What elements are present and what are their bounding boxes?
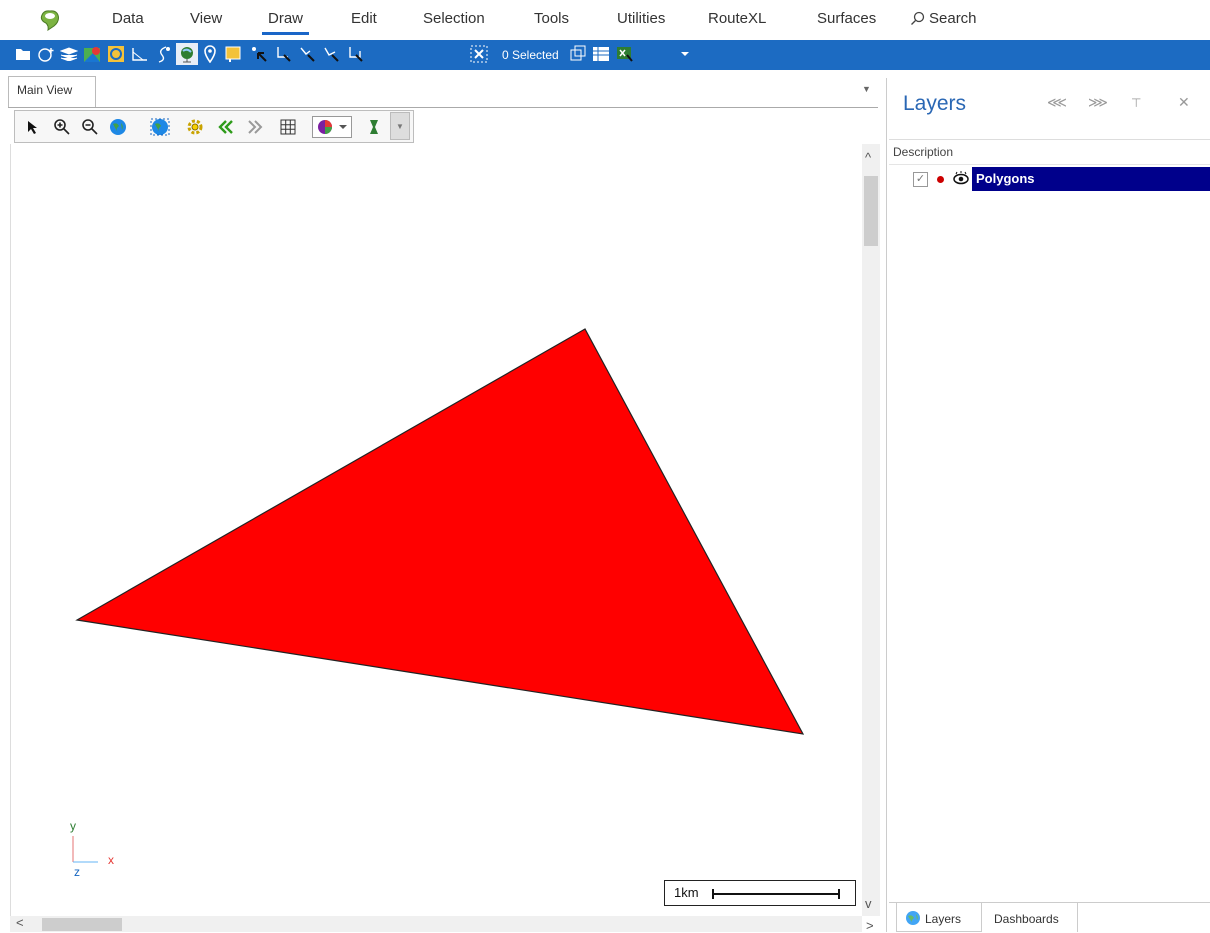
pin-icon[interactable]: ⊤ [1131, 96, 1141, 110]
table-icon[interactable] [592, 45, 610, 63]
search-menu[interactable]: Search [910, 10, 977, 27]
app-logo-icon[interactable] [38, 9, 62, 32]
chevron-down-icon[interactable]: ▼ [862, 84, 871, 94]
red-triangle-polygon[interactable] [75, 328, 805, 735]
layers-panel-title: Layers [903, 92, 967, 115]
horizontal-scrollbar[interactable] [10, 916, 862, 932]
map-drawing [75, 328, 805, 735]
scroll-right-icon[interactable]: > [866, 918, 874, 933]
select-point-icon[interactable] [250, 45, 268, 63]
menu-draw[interactable]: Draw [261, 10, 310, 35]
zoom-out-icon[interactable] [80, 117, 100, 137]
style-icon[interactable] [364, 117, 384, 137]
scale-bar-line [712, 889, 840, 899]
layer-color-swatch [937, 176, 944, 183]
search-icon [911, 11, 925, 25]
pointer-icon[interactable] [22, 117, 42, 137]
collapse-left-icon[interactable]: ⋘ [1047, 94, 1067, 111]
settings-gear-icon[interactable] [185, 117, 205, 137]
globe-icon[interactable] [176, 43, 198, 65]
axis-y-label: y [70, 819, 76, 833]
vertical-scroll-thumb[interactable] [864, 176, 878, 246]
map-canvas[interactable] [10, 144, 862, 916]
add-layer-icon[interactable] [37, 45, 55, 63]
clear-selection-icon[interactable] [470, 45, 488, 63]
select-polyline-icon[interactable] [274, 45, 292, 63]
globe-layers-icon [904, 909, 922, 927]
select-lasso-icon[interactable] [322, 45, 340, 63]
select-vertex-icon[interactable] [298, 45, 316, 63]
polygon-tool-icon[interactable] [224, 45, 242, 63]
route-icon[interactable] [154, 45, 172, 63]
menu-routexl[interactable]: RouteXL [708, 10, 766, 27]
measure-icon[interactable] [131, 45, 149, 63]
menu-selection[interactable]: Selection [423, 10, 485, 27]
location-pin-icon[interactable] [201, 45, 219, 63]
axis-indicator: y x z [70, 819, 114, 879]
axis-x-label: x [108, 853, 114, 867]
tab-dashboards[interactable]: Dashboards [984, 903, 1078, 932]
scroll-left-icon[interactable]: < [16, 915, 24, 930]
map-pin-layer-icon[interactable] [83, 45, 101, 63]
axis-z-label: z [74, 865, 80, 879]
search-label: Search [929, 10, 977, 27]
eye-icon[interactable] [952, 171, 970, 185]
menu-utilities[interactable]: Utilities [617, 10, 665, 27]
menu-view[interactable]: View [190, 10, 222, 27]
map-toolbar [14, 110, 414, 143]
layer-visibility-checkbox[interactable]: ✓ [913, 172, 928, 187]
menu-tools[interactable]: Tools [534, 10, 569, 27]
back-icon[interactable] [216, 117, 236, 137]
frame-icon[interactable] [107, 45, 125, 63]
globe-extent-icon[interactable] [150, 117, 170, 137]
layers-stack-icon[interactable] [60, 45, 78, 63]
grid-icon[interactable] [278, 117, 298, 137]
menu-data[interactable]: Data [112, 10, 144, 27]
document-tab-strip [8, 72, 878, 108]
basemap-dropdown[interactable] [312, 116, 352, 138]
copy-selection-icon[interactable] [568, 45, 586, 63]
forward-icon[interactable] [245, 117, 265, 137]
layers-panel [886, 78, 1210, 932]
menu-edit[interactable]: Edit [351, 10, 377, 27]
zoom-in-icon[interactable] [52, 117, 72, 137]
toolbar-overflow-button[interactable]: ▼ [390, 112, 410, 140]
vertical-scrollbar[interactable] [862, 144, 880, 916]
close-icon[interactable]: ✕ [1178, 94, 1190, 111]
menu-surfaces[interactable]: Surfaces [817, 10, 876, 27]
ribbon-menu-bar [0, 0, 1210, 40]
scale-label: 1km [674, 885, 699, 900]
globe-zoom-icon[interactable] [108, 117, 128, 137]
scroll-down-icon[interactable]: v [865, 896, 872, 911]
toolbar-dropdown-icon[interactable] [676, 45, 694, 63]
tab-main-view[interactable]: Main View [8, 76, 96, 107]
horizontal-scroll-thumb[interactable] [42, 918, 122, 931]
expand-right-icon[interactable]: ⋙ [1088, 94, 1108, 111]
export-excel-icon[interactable] [616, 45, 634, 63]
selected-count-label: 0 Selected [502, 48, 559, 62]
select-area-icon[interactable] [346, 45, 364, 63]
scroll-up-icon[interactable]: ^ [865, 150, 871, 165]
open-folder-icon[interactable] [14, 45, 32, 63]
description-column-header[interactable]: Description [889, 139, 1210, 165]
layer-name-polygons[interactable]: Polygons [972, 167, 1210, 191]
